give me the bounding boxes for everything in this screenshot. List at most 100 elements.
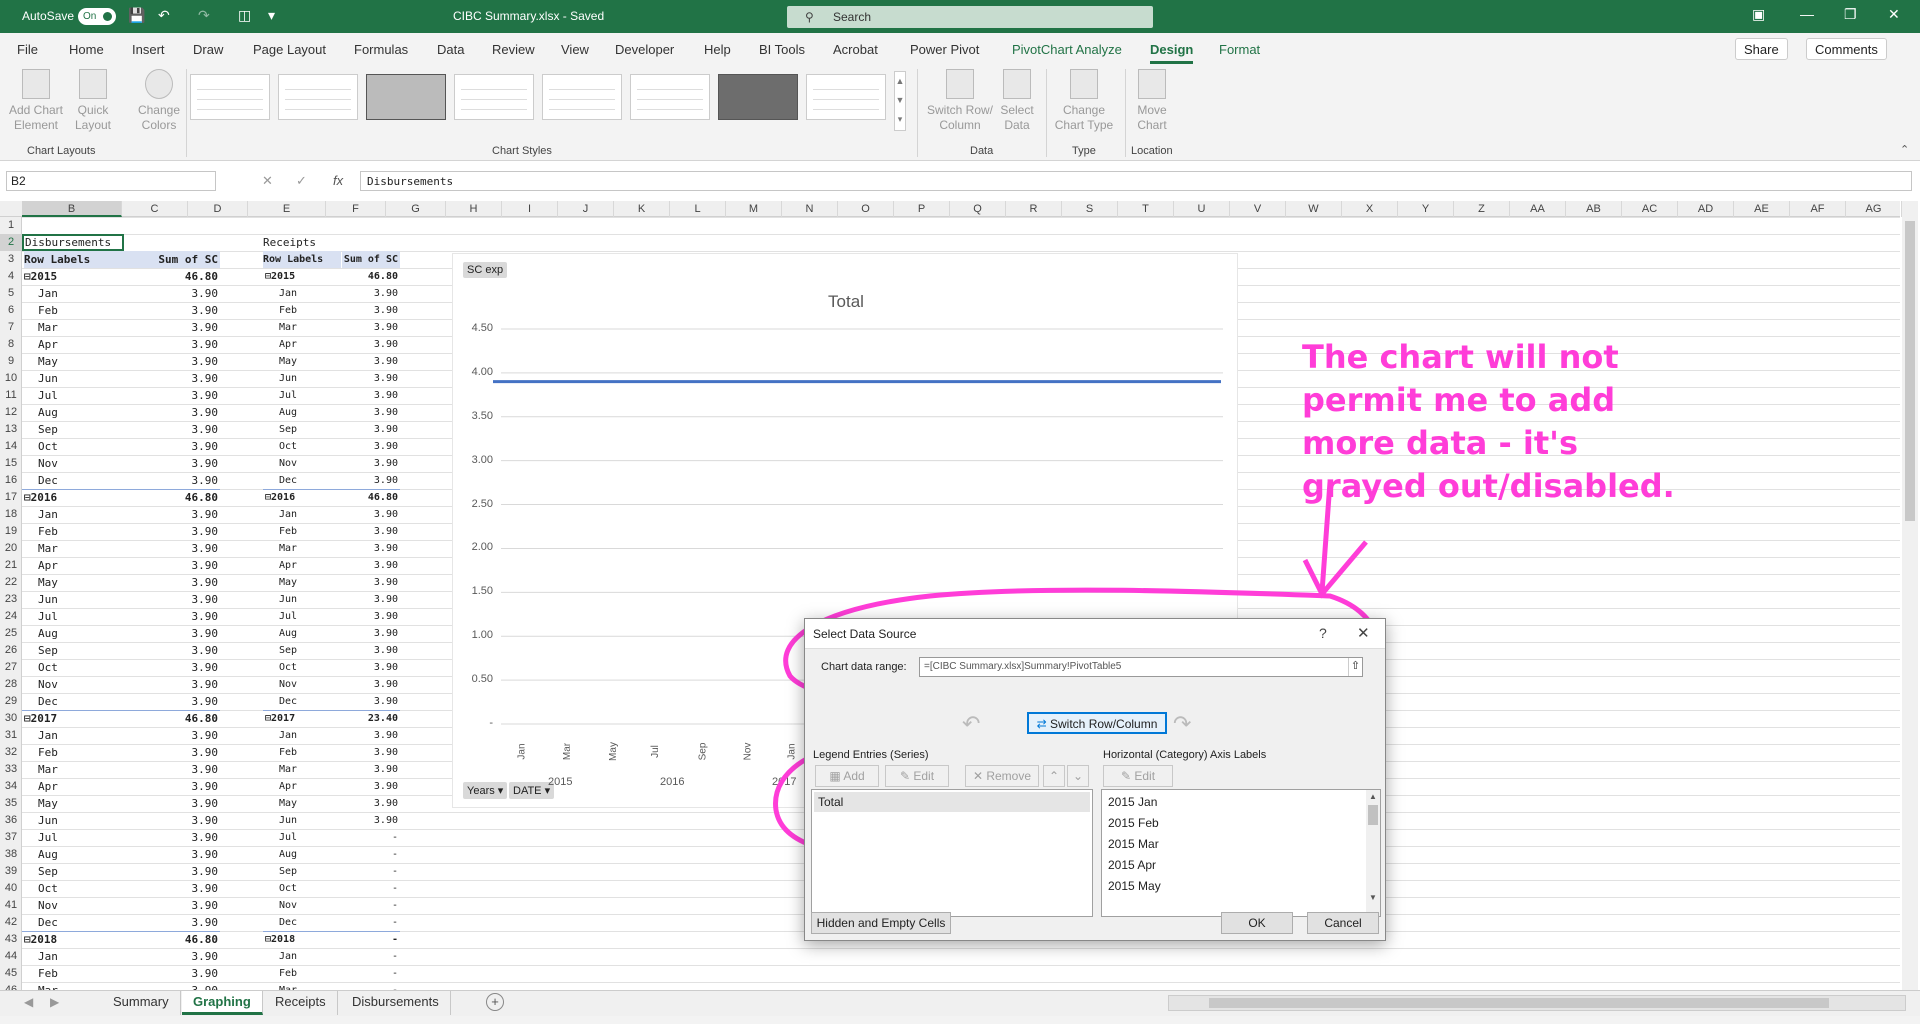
column-header-o[interactable]: O bbox=[838, 201, 894, 217]
pivot-year-label[interactable]: ⊟2016 bbox=[24, 489, 57, 506]
row-header[interactable]: 35 bbox=[0, 795, 22, 812]
column-header-j[interactable]: J bbox=[558, 201, 614, 217]
ribbon-display-icon[interactable]: ▣ bbox=[1752, 6, 1765, 23]
quick-layout-button[interactable]: Quick Layout bbox=[68, 69, 118, 133]
autosave-toggle[interactable]: On bbox=[78, 8, 116, 25]
tab-draw[interactable]: Draw bbox=[193, 42, 223, 57]
fx-icon[interactable]: fx bbox=[333, 173, 343, 188]
column-header-y[interactable]: Y bbox=[1398, 201, 1454, 217]
tab-file[interactable]: File bbox=[17, 42, 38, 57]
row-header[interactable]: 20 bbox=[0, 540, 22, 557]
row-header[interactable]: 43 bbox=[0, 931, 22, 948]
row-header[interactable]: 37 bbox=[0, 829, 22, 846]
column-header-h[interactable]: H bbox=[446, 201, 502, 217]
column-header-f[interactable]: F bbox=[326, 201, 386, 217]
scroll-up-icon[interactable]: ▲ bbox=[1366, 792, 1380, 801]
switch-row-column-dialog-button[interactable]: ⇄ Switch Row/Column bbox=[1027, 712, 1167, 734]
row-header[interactable]: 34 bbox=[0, 778, 22, 795]
cancel-icon[interactable]: ✕ bbox=[262, 173, 273, 189]
switch-row-column-button[interactable]: Switch Row/Column bbox=[926, 69, 994, 133]
chart-style-8[interactable] bbox=[806, 74, 886, 120]
row-header[interactable]: 8 bbox=[0, 336, 22, 353]
row-header[interactable]: 16 bbox=[0, 472, 22, 489]
row-header[interactable]: 30 bbox=[0, 710, 22, 727]
share-button[interactable]: Share bbox=[1735, 38, 1788, 60]
row-header[interactable]: 38 bbox=[0, 846, 22, 863]
move-chart-button[interactable]: Move Chart bbox=[1130, 69, 1174, 133]
column-header-af[interactable]: AF bbox=[1790, 201, 1846, 217]
chart-style-5[interactable] bbox=[542, 74, 622, 120]
minimize-icon[interactable]: — bbox=[1800, 6, 1814, 22]
column-header-ab[interactable]: AB bbox=[1566, 201, 1622, 217]
axis-list-scrollbar[interactable]: ▲ ▼ bbox=[1366, 790, 1380, 916]
chart-style-1[interactable] bbox=[190, 74, 270, 120]
axis-labels-list[interactable]: 2015 Jan 2015 Feb 2015 Mar 2015 Apr 2015… bbox=[1101, 789, 1381, 917]
scroll-thumb[interactable] bbox=[1368, 805, 1378, 825]
chart-style-2[interactable] bbox=[278, 74, 358, 120]
restore-icon[interactable]: ❐ bbox=[1844, 6, 1857, 23]
column-header-ae[interactable]: AE bbox=[1734, 201, 1790, 217]
row-header[interactable]: 39 bbox=[0, 863, 22, 880]
tab-pivotchart-analyze[interactable]: PivotChart Analyze bbox=[1012, 42, 1122, 57]
sheet-tab-disbursements[interactable]: Disbursements bbox=[341, 991, 451, 1015]
row-header[interactable]: 15 bbox=[0, 455, 22, 472]
column-header-p[interactable]: P bbox=[894, 201, 950, 217]
row-header[interactable]: 11 bbox=[0, 387, 22, 404]
column-header-i[interactable]: I bbox=[502, 201, 558, 217]
customize-qat-icon[interactable]: ▾ bbox=[268, 7, 275, 24]
enter-icon[interactable]: ✓ bbox=[296, 173, 307, 189]
undo-icon[interactable]: ↶ bbox=[158, 7, 170, 24]
column-header-c[interactable]: C bbox=[122, 201, 188, 217]
document-title[interactable]: CIBC Summary.xlsx - Saved bbox=[453, 9, 604, 23]
row-header[interactable]: 40 bbox=[0, 880, 22, 897]
row-header[interactable]: 12 bbox=[0, 404, 22, 421]
row-header[interactable]: 7 bbox=[0, 319, 22, 336]
form-icon[interactable]: ◫ bbox=[238, 7, 251, 24]
next-sheet-icon[interactable]: ▶ bbox=[50, 995, 59, 1009]
formula-input[interactable]: Disbursements bbox=[360, 171, 1912, 191]
row-header[interactable]: 19 bbox=[0, 523, 22, 540]
row-header[interactable]: 23 bbox=[0, 591, 22, 608]
row-header[interactable]: 24 bbox=[0, 608, 22, 625]
collapse-ribbon-icon[interactable]: ⌃ bbox=[1900, 143, 1909, 156]
redo-icon[interactable]: ↷ bbox=[198, 7, 210, 24]
column-header-r[interactable]: R bbox=[1006, 201, 1062, 217]
chart-style-4[interactable] bbox=[454, 74, 534, 120]
row-header[interactable]: 41 bbox=[0, 897, 22, 914]
tab-insert[interactable]: Insert bbox=[132, 42, 165, 57]
pivot-year-label[interactable]: ⊟2018 bbox=[265, 931, 295, 948]
tab-acrobat[interactable]: Acrobat bbox=[833, 42, 878, 57]
row-header[interactable]: 13 bbox=[0, 421, 22, 438]
sc-exp-field-button[interactable]: SC exp bbox=[463, 262, 508, 278]
row-header[interactable]: 26 bbox=[0, 642, 22, 659]
tab-bi-tools[interactable]: BI Tools bbox=[759, 42, 805, 57]
styles-scroll-icon[interactable]: ▲ ▼ ▾ bbox=[894, 71, 906, 131]
column-header-t[interactable]: T bbox=[1118, 201, 1174, 217]
column-header-d[interactable]: D bbox=[188, 201, 248, 217]
edit-series-button[interactable]: ✎ Edit bbox=[885, 765, 949, 787]
row-header[interactable]: 25 bbox=[0, 625, 22, 642]
row-header[interactable]: 18 bbox=[0, 506, 22, 523]
close-dialog-icon[interactable]: ✕ bbox=[1357, 624, 1370, 642]
column-header-aa[interactable]: AA bbox=[1510, 201, 1566, 217]
search-box[interactable]: ⚲ Search bbox=[787, 6, 1153, 28]
tab-data[interactable]: Data bbox=[437, 42, 464, 57]
row-header[interactable]: 33 bbox=[0, 761, 22, 778]
years-field-button[interactable]: Years ▾ bbox=[463, 782, 508, 799]
row-header[interactable]: 45 bbox=[0, 965, 22, 982]
save-icon[interactable]: 💾 bbox=[128, 7, 145, 24]
column-header-m[interactable]: M bbox=[726, 201, 782, 217]
collapse-range-icon[interactable]: ⇧ bbox=[1348, 658, 1362, 676]
row-header[interactable]: 2 bbox=[0, 234, 22, 251]
new-sheet-icon[interactable]: + bbox=[486, 993, 504, 1011]
column-header-z[interactable]: Z bbox=[1454, 201, 1510, 217]
pivot-year-label[interactable]: ⊟2018 bbox=[24, 931, 57, 948]
tab-power-pivot[interactable]: Power Pivot bbox=[910, 42, 979, 57]
row-header[interactable]: 44 bbox=[0, 948, 22, 965]
sheet-tab-graphing[interactable]: Graphing bbox=[182, 991, 263, 1015]
hidden-empty-cells-button[interactable]: Hidden and Empty Cells bbox=[811, 912, 951, 934]
row-header[interactable]: 6 bbox=[0, 302, 22, 319]
help-icon[interactable]: ? bbox=[1319, 625, 1327, 641]
tab-formulas[interactable]: Formulas bbox=[354, 42, 408, 57]
pivot-year-label[interactable]: ⊟2017 bbox=[265, 710, 295, 727]
